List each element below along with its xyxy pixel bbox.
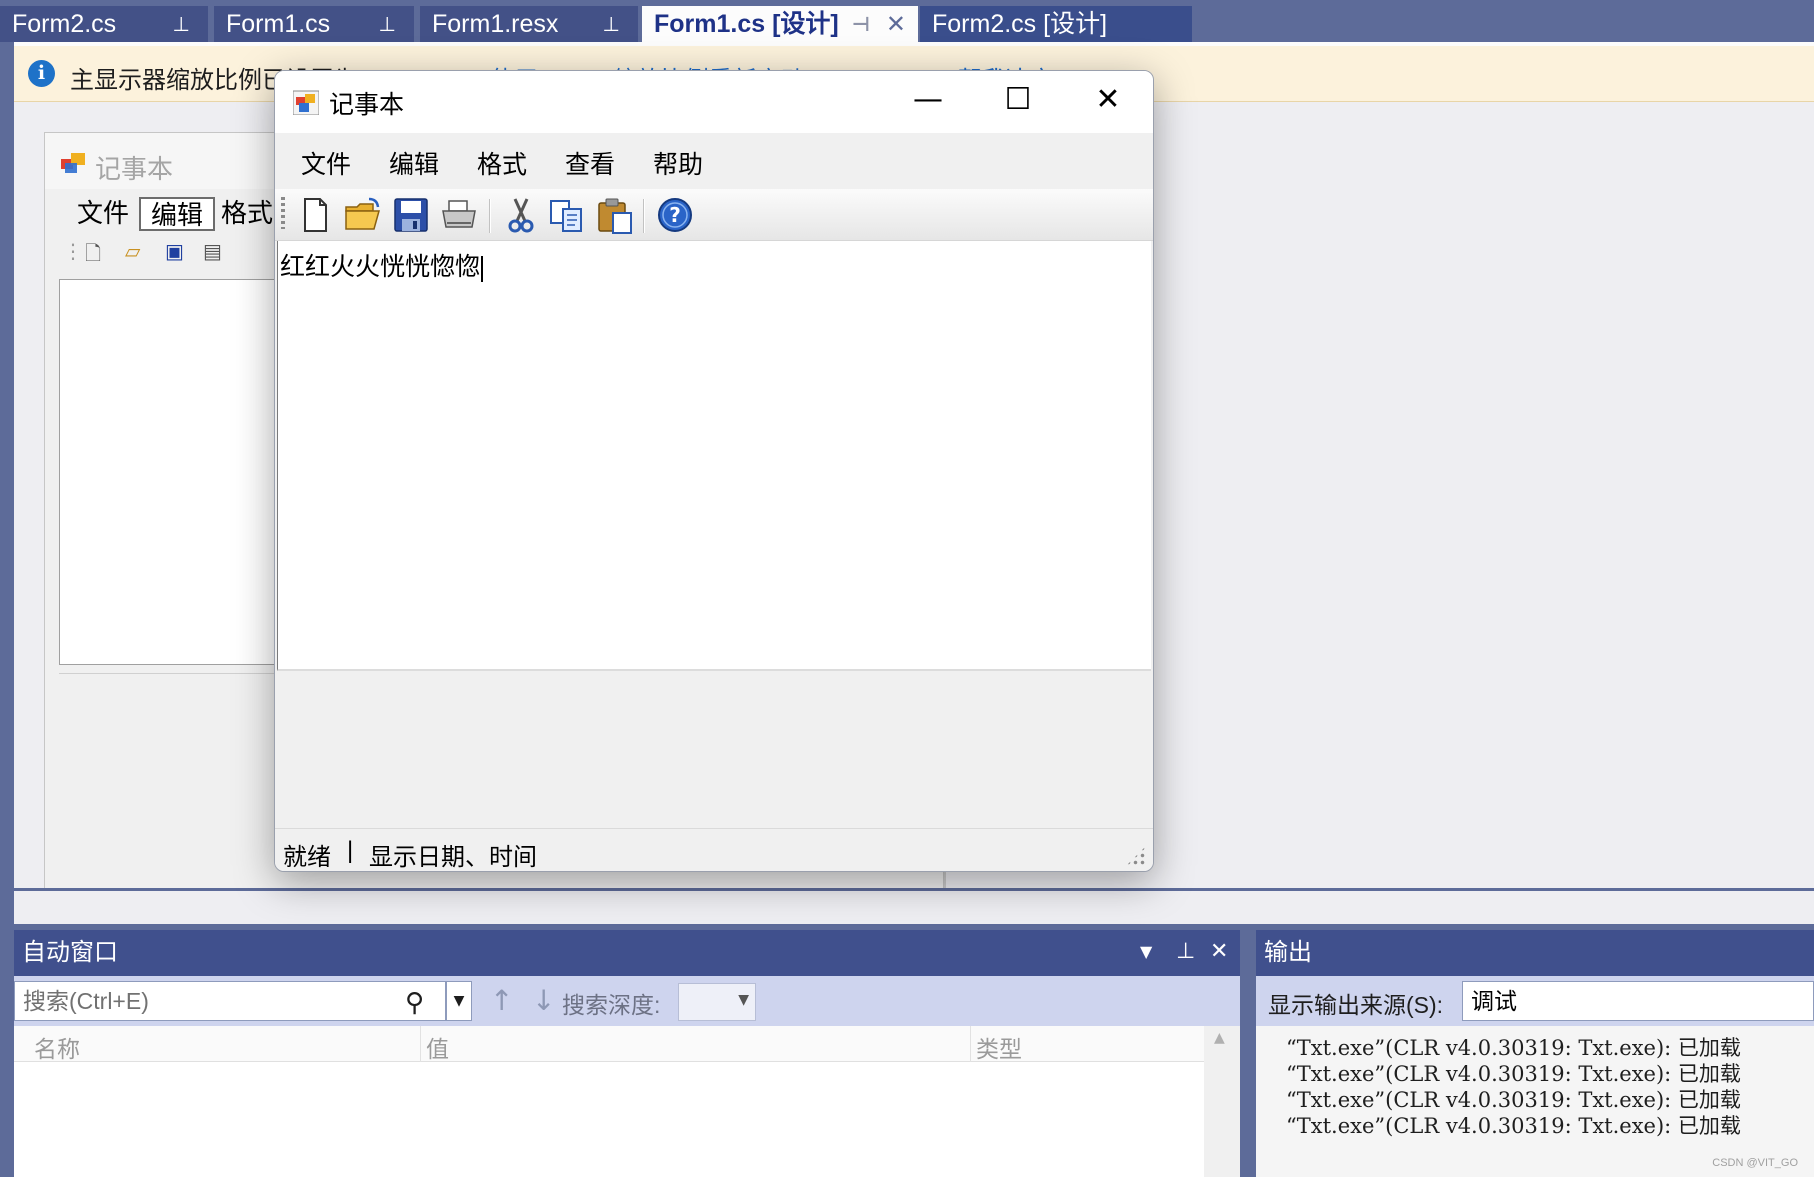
new-file-icon[interactable]: 🗋 [85,239,101,273]
autos-window: 自动窗口 ▼ ⊥ ✕ 搜索(Ctrl+E) ⚲ ▼ ↑ ↓ 搜索深度: ▼ 名称… [14,930,1240,1177]
pin-icon[interactable]: ⊥ [603,6,620,42]
info-icon: i [28,60,55,87]
column-value[interactable]: 值 [426,1030,449,1064]
tab-label: Form1.resx [432,10,559,38]
notepad-status-bar: 就绪 | 显示日期、时间 [275,829,1153,871]
output-source-select[interactable]: 调试 [1462,981,1814,1021]
notepad-text-area[interactable]: 红红火火恍恍惚惚 [277,241,1151,671]
menu-help[interactable]: 帮助 [653,145,703,181]
close-icon[interactable]: ✕ [1210,930,1228,974]
toolbar-grip-icon: ⋮ [63,239,83,263]
autos-grid-header: 名称 值 类型 [14,1026,1204,1062]
status-ready: 就绪 [283,844,331,871]
save-icon[interactable] [391,195,431,235]
designer-bottom-edge [14,888,1814,924]
menu-edit[interactable]: 编辑 [389,145,439,181]
cut-icon[interactable] [501,195,541,235]
notepad-menubar: 文件 编辑 格式 查看 帮助 [275,133,1153,189]
close-icon[interactable]: ✕ [886,6,906,42]
close-button[interactable]: ✕ [1063,71,1153,131]
chevron-down-icon[interactable]: ▼ [1140,930,1152,974]
arrow-up-icon[interactable]: ↑ [490,984,513,1017]
tab-label: Form1.cs [设计] [654,10,839,38]
output-source-value: 调试 [1471,988,1517,1014]
design-menu-format[interactable]: 格式 [211,197,283,231]
notepad-window[interactable]: 记事本 — ☐ ✕ 文件 编辑 格式 查看 帮助 ? 红红火火恍恍惚惚 就绪 |… [274,70,1154,872]
autos-grid-body [14,1062,1204,1177]
pin-icon[interactable]: ⊣ [852,6,870,42]
column-type[interactable]: 类型 [976,1030,1022,1064]
maximize-button[interactable]: ☐ [973,71,1063,131]
tab-form1-resx[interactable]: Form1.resx ⊥ [420,6,638,42]
pin-icon[interactable]: ⊥ [173,6,190,42]
app-icon [61,153,85,173]
output-text-area[interactable]: “Txt.exe”(CLR v4.0.30319: Txt.exe): 已加载 … [1256,1026,1814,1177]
search-depth-label: 搜索深度: [562,992,661,1018]
editor-content: 红红火火恍恍惚惚 [280,247,484,283]
status-datetime: 显示日期、时间 [369,844,537,871]
design-menu-edit[interactable]: 编辑 [139,197,216,231]
new-file-icon[interactable] [295,195,335,235]
column-divider[interactable] [970,1026,971,1062]
search-icon[interactable]: ⚲ [405,984,424,1022]
print-icon[interactable]: ▤ [203,239,222,263]
minimize-button[interactable]: — [883,71,973,131]
print-icon[interactable] [439,195,479,235]
notepad-title: 记事本 [329,91,405,119]
output-source-label: 显示输出来源(S): [1268,992,1444,1018]
status-separator: | [347,837,354,864]
menu-format[interactable]: 格式 [477,145,527,181]
toolbar-separator [489,199,491,233]
search-input[interactable]: 搜索(Ctrl+E) ⚲ [14,981,446,1021]
tab-form2-designer[interactable]: Form2.cs [设计] [920,6,1192,42]
paste-icon[interactable] [595,195,635,235]
search-dropdown-button[interactable]: ▼ [446,981,472,1021]
notepad-lower-panel [275,673,1153,829]
help-icon[interactable]: ? [655,195,695,235]
output-window: 输出 显示输出来源(S): 调试 “Txt.exe”(CLR v4.0.3031… [1256,930,1814,1177]
app-icon [293,90,319,115]
svg-text:?: ? [669,203,681,227]
search-depth-select[interactable]: ▼ [678,983,756,1021]
text-caret [481,255,484,282]
pin-icon[interactable]: ⊥ [379,6,396,42]
notepad-toolbar: ? [275,189,1153,241]
column-divider[interactable] [420,1026,421,1062]
toolbar-separator [643,199,645,233]
search-placeholder: 搜索(Ctrl+E) [23,988,149,1014]
autos-toolbar: 搜索(Ctrl+E) ⚲ ▼ ↑ ↓ 搜索深度: ▼ [14,976,1240,1026]
design-menu-file[interactable]: 文件 [67,197,139,231]
menu-view[interactable]: 查看 [565,145,615,181]
tab-label: Form2.cs [设计] [932,10,1108,38]
output-toolbar: 显示输出来源(S): 调试 [1256,976,1814,1026]
resize-grip-icon[interactable] [1125,845,1147,867]
notepad-titlebar[interactable]: 记事本 — ☐ ✕ [275,71,1153,133]
open-folder-icon[interactable]: ▱ [125,239,140,263]
arrow-down-icon[interactable]: ↓ [532,984,555,1017]
autos-header: 自动窗口 ▼ ⊥ ✕ [14,930,1240,976]
tab-label: Form1.cs [226,10,331,38]
editor-text: 红红火火恍恍惚惚 [280,252,481,281]
tab-label: Form2.cs [12,10,117,38]
column-name[interactable]: 名称 [34,1030,80,1064]
output-line: “Txt.exe”(CLR v4.0.30319: Txt.exe): 已加载 [1286,1114,1741,1138]
output-header: 输出 [1256,930,1814,976]
watermark: CSDN @VIT_GO [1712,1157,1798,1169]
tab-form2-cs[interactable]: Form2.cs ⊥ [0,6,208,42]
pin-icon[interactable]: ⊥ [1176,930,1195,974]
save-icon[interactable]: ▣ [165,239,184,263]
open-folder-icon[interactable] [343,195,383,235]
document-tab-strip: Form2.cs ⊥ Form1.cs ⊥ Form1.resx ⊥ Form1… [0,0,1814,44]
chevron-down-icon: ▼ [738,992,749,1008]
copy-icon[interactable] [547,195,587,235]
design-form-title: 记事本 [95,154,174,184]
toolbar-grip-icon[interactable] [281,197,285,229]
tab-form1-cs[interactable]: Form1.cs ⊥ [214,6,414,42]
menu-file[interactable]: 文件 [301,145,351,181]
tab-form1-designer[interactable]: Form1.cs [设计] ⊣ ✕ [642,6,918,42]
vertical-scrollbar[interactable]: ▲ [1204,1026,1240,1177]
output-title: 输出 [1264,939,1312,966]
autos-title: 自动窗口 [22,939,118,966]
scroll-up-icon[interactable]: ▲ [1214,1030,1225,1046]
